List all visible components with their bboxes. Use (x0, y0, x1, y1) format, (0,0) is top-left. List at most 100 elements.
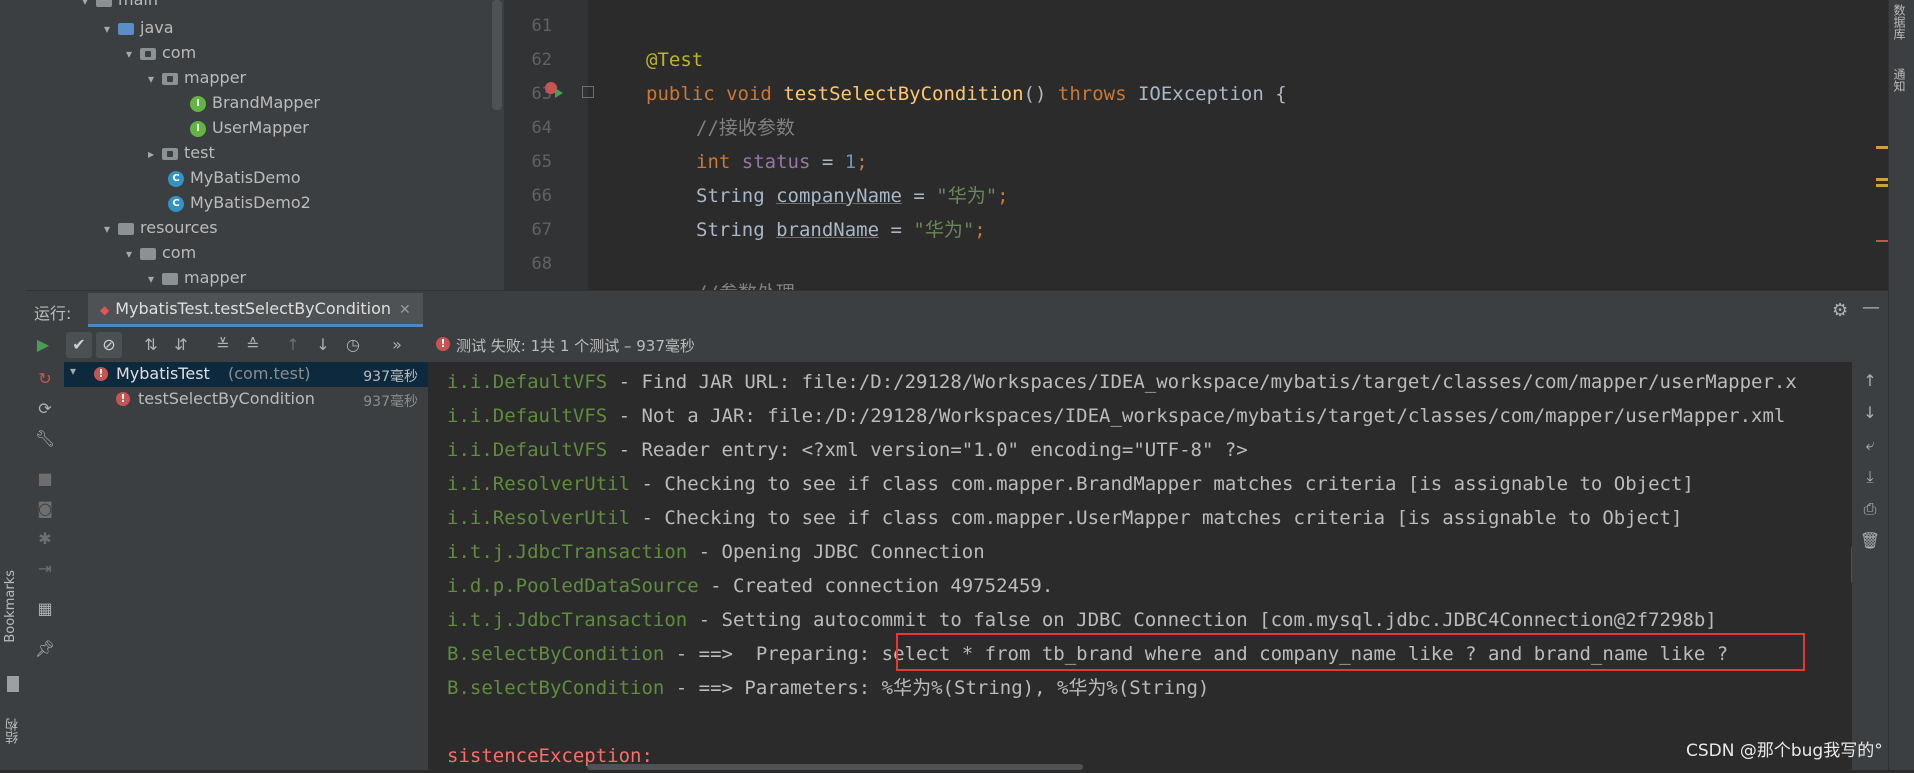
resources-folder-icon (118, 222, 134, 235)
warning-marker[interactable] (1876, 178, 1888, 181)
failed-icon: ! (116, 392, 130, 406)
tree-item-com[interactable]: ▾ com (122, 241, 196, 265)
camera-icon[interactable]: ◙ (32, 496, 58, 522)
tree-scrollbar[interactable] (492, 0, 502, 110)
tree-item-com[interactable]: ▾ com (122, 41, 196, 65)
tree-item-resources[interactable]: ▾ resources (100, 216, 218, 240)
log-line: i.i.DefaultVFS - Find JAR URL: file:/D:/… (447, 371, 1797, 393)
test-class-name: MybatisTest (116, 364, 210, 383)
log-line: i.t.j.JdbcTransaction - Setting autocomm… (447, 609, 1717, 631)
folder-icon (140, 247, 156, 260)
history-icon[interactable]: ◷ (340, 332, 366, 358)
chevron-down-icon[interactable]: ▾ (144, 267, 158, 291)
chevron-down-icon[interactable]: ▾ (100, 17, 114, 41)
log-line: i.t.j.JdbcTransaction - Opening JDBC Con… (447, 541, 985, 563)
error-marker[interactable] (1876, 240, 1888, 242)
prev-failed-icon[interactable]: ↑ (280, 332, 306, 358)
wrench-icon[interactable]: 🔧︎ (32, 426, 58, 452)
rerun-failed-icon[interactable]: ↻ (32, 366, 58, 392)
line-number: 61 (531, 16, 552, 36)
log-line: i.d.p.PooledDataSource - Created connect… (447, 575, 1054, 597)
failed-icon: ! (94, 367, 108, 381)
stop-icon[interactable]: ■ (32, 466, 58, 492)
test-duration: 937毫秒 (363, 394, 418, 410)
close-icon[interactable]: ✕ (399, 302, 411, 318)
console-output[interactable]: i.i.DefaultVFS - Find JAR URL: file:/D:/… (429, 362, 1861, 770)
log-line: i.i.DefaultVFS - Reader entry: <?xml ver… (447, 439, 1248, 461)
arrow-up-icon[interactable]: ↑ (1857, 368, 1883, 394)
exit-icon[interactable]: ⇥ (32, 556, 58, 582)
chevron-down-icon[interactable]: ▾ (100, 217, 114, 241)
class-icon: C (168, 170, 184, 187)
expand-all-icon[interactable]: ≚ (210, 332, 236, 358)
mapper-interface-icon: I (190, 95, 206, 112)
pin-icon[interactable]: 📌︎ (32, 636, 58, 662)
console-tools: ↑ ↓ ⤶ ⤓ ⎙ 🗑︎ (1852, 362, 1888, 770)
tree-item-mybatisdemo2[interactable]: C MyBatisDemo2 (168, 191, 311, 215)
tree-item-usermapper[interactable]: I UserMapper (190, 116, 309, 140)
tree-item-mapper[interactable]: ▾ mapper (144, 266, 246, 290)
code-line-66: String companyName = "华为"; (696, 185, 1009, 207)
test-row-selected[interactable]: ▾ ! MybatisTest (com.test) 937毫秒 (64, 362, 428, 387)
bookmarks-tab[interactable]: Bookmarks (3, 570, 18, 643)
line-number: 67 (531, 220, 552, 240)
log-line: i.i.ResolverUtil - Checking to see if cl… (447, 473, 1694, 495)
tree-item-mapper[interactable]: ▾ mapper (144, 66, 246, 90)
chevron-down-icon[interactable]: ▾ (144, 67, 158, 91)
package-icon (162, 72, 178, 85)
rerun-icon[interactable]: ▶ (30, 332, 56, 358)
database-tab[interactable]: 数据库 (1892, 4, 1908, 40)
run-gutter-icon[interactable] (555, 88, 563, 98)
chevron-down-icon[interactable]: ▾ (122, 242, 136, 266)
line-number: 62 (531, 50, 552, 70)
next-failed-icon[interactable]: ↓ (310, 332, 336, 358)
console-hscrollbar[interactable] (587, 764, 1083, 770)
show-passed-icon[interactable]: ✔ (66, 332, 92, 358)
toggle-autotest-icon[interactable]: ⟳ (32, 396, 58, 422)
test-status: 测试 失败: 1共 1 个测试 – 937毫秒 (456, 337, 695, 355)
tree-item-mybatisdemo[interactable]: C MyBatisDemo (168, 166, 301, 190)
right-tool-strip: 数据库 通知 (1888, 0, 1914, 770)
run-toolbar: ▶ ✔ ⊘ ⇅ ⇵ ≚ ≙ ↑ ↓ ◷ » ! 测试 失败: 1共 1 个测试 … (26, 328, 1888, 362)
sort-duration-icon[interactable]: ⇵ (168, 332, 194, 358)
test-row[interactable]: ! testSelectByCondition 937毫秒 (64, 387, 428, 412)
structure-tab[interactable]: 结构 (4, 718, 23, 744)
soft-wrap-icon[interactable]: ⤶ (1857, 432, 1883, 458)
tab-run-config[interactable]: ◆ MybatisTest.testSelectByCondition ✕ (88, 293, 423, 327)
line-number: 63 (531, 84, 552, 104)
trash-icon[interactable]: 🗑︎ (1857, 528, 1883, 554)
run-panel-header: 运行: ◆ MybatisTest.testSelectByCondition ✕ … (26, 290, 1888, 329)
warning-marker[interactable] (1876, 184, 1888, 187)
layout-icon[interactable]: ▦ (32, 596, 58, 622)
code-line-62: @Test (646, 49, 704, 71)
chevron-down-icon[interactable]: ▾ (70, 364, 76, 378)
code-line-67: String brandName = "华为"; (696, 219, 986, 241)
arrow-down-icon[interactable]: ↓ (1857, 400, 1883, 426)
warning-marker[interactable] (1876, 146, 1888, 149)
chevron-right-icon[interactable]: ▸ (144, 142, 158, 166)
log-line: i.i.ResolverUtil - Checking to see if cl… (447, 507, 1683, 529)
line-number: 65 (531, 152, 552, 172)
minimize-icon[interactable]: — (1862, 297, 1880, 318)
scroll-to-end-icon[interactable]: ⤓ (1857, 464, 1883, 490)
code-line-63: public void testSelectByCondition() thro… (646, 83, 1287, 105)
show-ignored-icon[interactable]: ⊘ (96, 332, 122, 358)
debug-icon[interactable]: ✱ (32, 526, 58, 552)
chevron-down-icon[interactable]: ▾ (78, 0, 92, 13)
tree-item-java[interactable]: ▾ java (100, 16, 174, 40)
notifications-tab[interactable]: 通知 (1892, 68, 1908, 92)
more-icon[interactable]: » (384, 332, 410, 358)
log-line: i.i.DefaultVFS - Not a JAR: file:/D:/291… (447, 405, 1786, 427)
collapse-all-icon[interactable]: ≙ (240, 332, 266, 358)
gear-icon[interactable]: ⚙ (1832, 300, 1848, 321)
fold-icon[interactable] (582, 86, 594, 98)
code-line-65: int status = 1; (696, 151, 868, 173)
tree-item-test[interactable]: ▸ test (144, 141, 215, 165)
test-duration: 937毫秒 (363, 369, 418, 385)
sql-highlight-box (896, 633, 1805, 671)
sort-alpha-icon[interactable]: ⇅ (138, 332, 164, 358)
print-icon[interactable]: ⎙ (1857, 496, 1883, 522)
tree-item-main[interactable]: ▾main (78, 0, 158, 12)
chevron-down-icon[interactable]: ▾ (122, 42, 136, 66)
tree-item-brandmapper[interactable]: I BrandMapper (190, 91, 320, 115)
